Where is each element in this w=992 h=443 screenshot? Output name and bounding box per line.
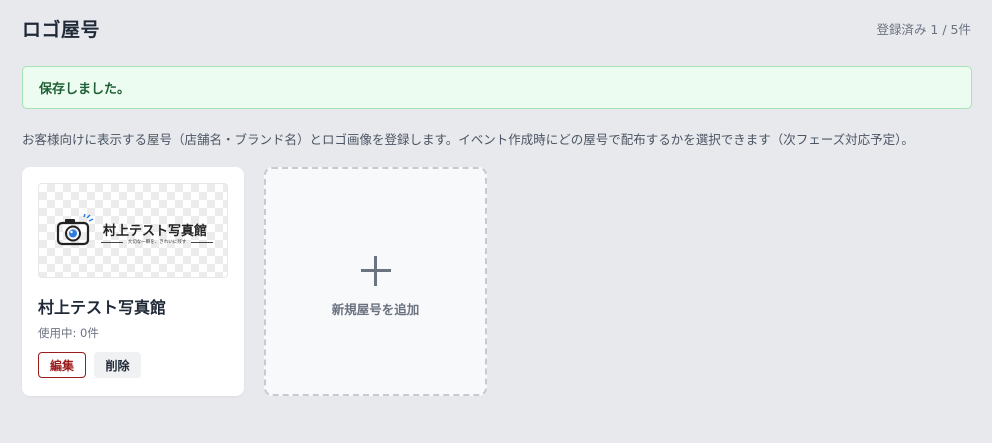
success-message: 保存しました。 — [39, 82, 131, 97]
brand-card: 村上テスト写真館 大切な一瞬を、きれいに残す 村上テスト写真館 使用中: 0件 … — [22, 167, 244, 396]
registered-count: 登録済み 1 / 5件 — [876, 21, 971, 37]
usage-count: 使用中: 0件 — [38, 326, 99, 340]
camera-logo-icon — [56, 214, 94, 246]
plus-icon — [361, 256, 391, 286]
add-brand-label: 新規屋号を追加 — [331, 302, 420, 317]
page: ロゴ屋号 登録済み 1 / 5件 保存しました。 お客様向けに表示する屋号（店舗… — [0, 0, 992, 443]
add-brand-card[interactable]: 新規屋号を追加 — [264, 167, 487, 396]
edit-button[interactable]: 編集 — [38, 352, 86, 378]
delete-button[interactable]: 削除 — [94, 352, 141, 378]
brand-name: 村上テスト写真館 — [38, 298, 167, 317]
logo-text: 村上テスト写真館 — [103, 224, 208, 239]
description-text: お客様向けに表示する屋号（店舗名・ブランド名）とロゴ画像を登録します。イベント作… — [22, 132, 914, 147]
logo-tagline: 大切な一瞬を、きれいに残す — [101, 239, 213, 245]
header: ロゴ屋号 登録済み 1 / 5件 — [22, 14, 971, 42]
success-notice: 保存しました。 — [22, 66, 972, 109]
page-title: ロゴ屋号 — [22, 18, 101, 41]
logo-preview: 村上テスト写真館 大切な一瞬を、きれいに残す — [38, 183, 228, 278]
